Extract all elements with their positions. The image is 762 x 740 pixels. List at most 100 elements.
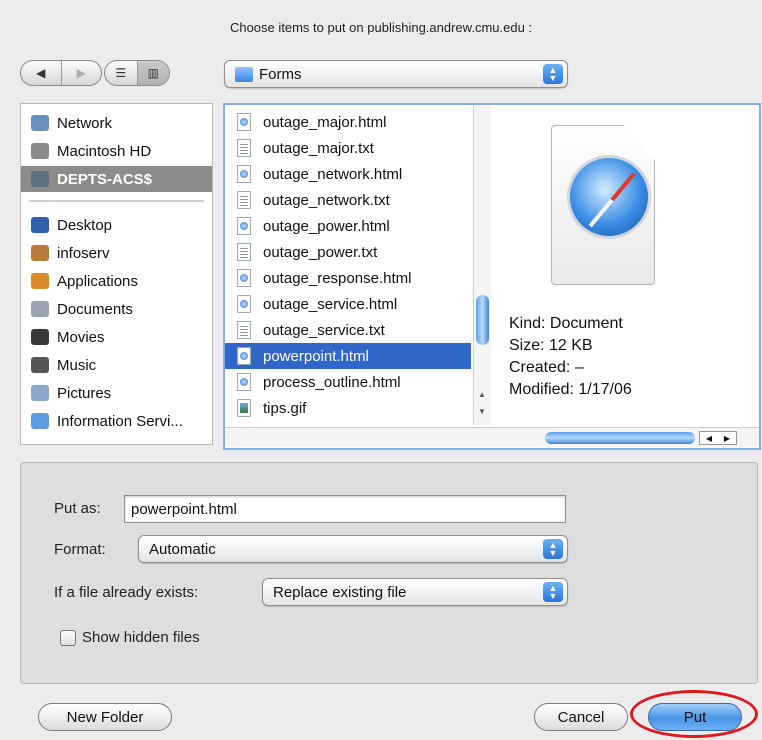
file-name: outage_major.html xyxy=(263,113,387,131)
file-row[interactable]: outage_major.txt xyxy=(225,135,471,161)
sidebar-item[interactable]: Movies xyxy=(21,324,212,350)
sidebar-divider xyxy=(29,200,204,202)
scroll-left-arrow-icon[interactable]: ◀ xyxy=(706,434,712,443)
forward-button[interactable]: ▶ xyxy=(62,61,102,85)
safari-compass-icon xyxy=(567,155,651,239)
dialog-title: Choose items to put on publishing.andrew… xyxy=(229,20,533,35)
put-as-field[interactable]: powerpoint.html xyxy=(124,495,566,523)
file-exists-popup[interactable]: Replace existing file ▲ ▼ xyxy=(262,578,568,606)
file-name: outage_major.txt xyxy=(263,139,374,157)
preview-kind: Kind: Document xyxy=(509,315,623,332)
sidebar-item-label: Network xyxy=(57,114,113,132)
file-name: powerpoint.html xyxy=(263,347,369,365)
show-hidden-label: Show hidden files xyxy=(82,629,200,646)
txt-file-icon xyxy=(237,139,251,157)
sidebar-item-label: DEPTS-ACS$ xyxy=(57,170,153,188)
sidebar-item[interactable]: Applications xyxy=(21,268,212,294)
file-name: outage_service.html xyxy=(263,295,398,313)
vertical-scroll-thumb[interactable] xyxy=(476,295,489,345)
sidebar-item[interactable]: Macintosh HD xyxy=(21,138,212,164)
folder-icon xyxy=(31,413,49,429)
file-row[interactable]: outage_power.html xyxy=(225,213,471,239)
horizontal-scroll-thumb[interactable] xyxy=(545,432,695,444)
txt-file-icon xyxy=(237,191,251,209)
file-row[interactable]: outage_service.html xyxy=(225,291,471,317)
sidebar: Network Macintosh HD DEPTS-ACS$ Desktop info… xyxy=(20,103,213,445)
format-label: Format: xyxy=(54,541,106,558)
gif-file-icon xyxy=(237,399,251,417)
file-exists-value: Replace existing file xyxy=(273,583,407,601)
file-row[interactable]: outage_service.txt xyxy=(225,317,471,343)
format-value: Automatic xyxy=(149,540,216,558)
horizontal-scroll-buttons[interactable]: ◀ ▶ xyxy=(699,431,737,445)
txt-file-icon xyxy=(237,243,251,261)
scroll-up-arrow-icon[interactable]: ▲ xyxy=(478,390,486,399)
back-button[interactable]: ◀ xyxy=(21,61,62,85)
file-name: outage_power.html xyxy=(263,217,390,235)
file-row[interactable]: outage_network.html xyxy=(225,161,471,187)
list-view-button[interactable]: ☰ xyxy=(105,61,138,85)
show-hidden-checkbox[interactable] xyxy=(60,630,76,646)
file-row[interactable]: outage_response.html xyxy=(225,265,471,291)
server-icon xyxy=(31,171,49,187)
horizontal-scrollbar[interactable]: ◀ ▶ xyxy=(225,427,759,447)
folder-icon xyxy=(235,66,253,82)
popup-arrows-icon: ▲ ▼ xyxy=(543,582,563,602)
file-row[interactable]: outage_power.txt xyxy=(225,239,471,265)
home-icon xyxy=(31,245,49,261)
column-view-button[interactable]: ▥ xyxy=(137,61,169,85)
new-folder-button[interactable]: New Folder xyxy=(38,703,172,731)
preview-created: Created: – xyxy=(509,359,584,376)
file-name: outage_network.html xyxy=(263,165,403,183)
sidebar-item-label: Macintosh HD xyxy=(57,142,152,160)
file-browser: outage_major.html outage_major.txt outage_… xyxy=(223,103,761,450)
scroll-down-arrow-icon[interactable]: ▼ xyxy=(478,407,486,416)
file-row[interactable]: tips.gif xyxy=(225,395,471,421)
desktop-icon xyxy=(31,217,49,233)
html-file-icon xyxy=(237,347,251,365)
sidebar-item[interactable]: infoserv xyxy=(21,240,212,266)
file-name: outage_service.txt xyxy=(263,321,385,339)
html-file-icon xyxy=(237,269,251,287)
sidebar-item[interactable]: Information Servi... xyxy=(21,408,212,434)
location-label: Forms xyxy=(259,65,302,83)
annotation-highlight-circle xyxy=(630,690,758,738)
file-row[interactable]: outage_major.html xyxy=(225,109,471,135)
cancel-button[interactable]: Cancel xyxy=(534,703,628,731)
sidebar-item[interactable]: Network xyxy=(21,110,212,136)
network-icon xyxy=(31,115,49,131)
sidebar-item-label: Information Servi... xyxy=(57,412,183,430)
sidebar-item-label: infoserv xyxy=(57,244,110,262)
file-name: outage_power.txt xyxy=(263,243,378,261)
file-row[interactable]: process_outline.html xyxy=(225,369,471,395)
file-name: outage_response.html xyxy=(263,269,412,287)
sidebar-item[interactable]: Music xyxy=(21,352,212,378)
vertical-scrollbar[interactable]: ▲ ▼ xyxy=(473,105,491,425)
hard-drive-icon xyxy=(31,143,49,159)
html-file-icon xyxy=(237,373,251,391)
file-name: process_outline.html xyxy=(263,373,401,391)
html-file-icon xyxy=(237,217,251,235)
file-list: outage_major.html outage_major.txt outage_… xyxy=(225,105,475,425)
sidebar-item[interactable]: Documents xyxy=(21,296,212,322)
sidebar-item-label: Pictures xyxy=(57,384,112,402)
sidebar-item-label: Music xyxy=(57,356,97,374)
pictures-icon xyxy=(31,385,49,401)
txt-file-icon xyxy=(237,321,251,339)
sidebar-item-label: Documents xyxy=(57,300,133,318)
format-popup[interactable]: Automatic ▲ ▼ xyxy=(138,535,568,563)
file-row[interactable]: powerpoint.html xyxy=(225,343,471,369)
sidebar-item[interactable]: Pictures xyxy=(21,380,212,406)
scroll-right-arrow-icon[interactable]: ▶ xyxy=(724,434,730,443)
file-name: outage_network.txt xyxy=(263,191,390,209)
preview-modified: Modified: 1/17/06 xyxy=(509,381,632,398)
location-popup[interactable]: Forms ▲ ▼ xyxy=(224,60,568,88)
movies-icon xyxy=(31,329,49,345)
sidebar-item-label: Applications xyxy=(57,272,138,290)
file-row[interactable]: outage_network.txt xyxy=(225,187,471,213)
preview-size: Size: 12 KB xyxy=(509,337,593,354)
sidebar-item[interactable]: DEPTS-ACS$ xyxy=(21,166,212,192)
sidebar-item-label: Movies xyxy=(57,328,105,346)
sidebar-item[interactable]: Desktop xyxy=(21,212,212,238)
popup-arrows-icon: ▲ ▼ xyxy=(543,64,563,84)
